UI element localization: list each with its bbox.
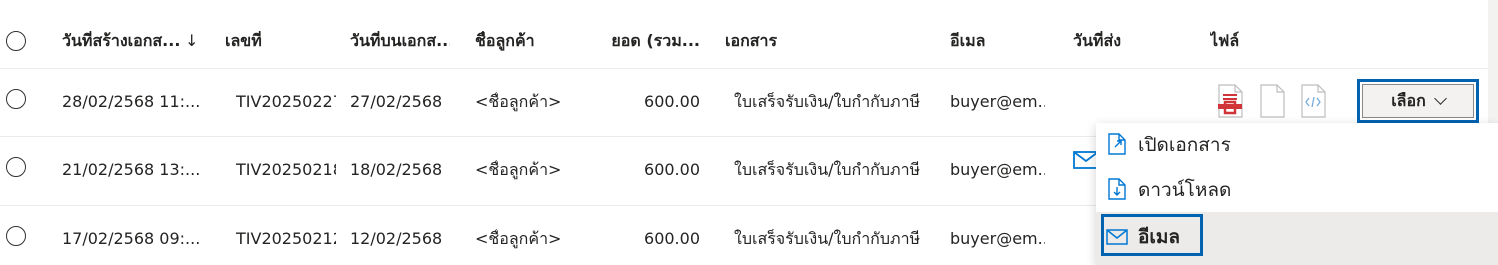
pdf-file-icon[interactable] (1217, 84, 1243, 118)
customer-cell: <ชื่อลูกค้า> (475, 92, 562, 111)
select-button-label: เลือก (1391, 90, 1426, 110)
row-select-radio[interactable] (6, 89, 26, 109)
blank-file-icon[interactable] (1259, 84, 1285, 118)
header-created-date[interactable]: วันที่สร้างเอกส... (62, 31, 202, 51)
row-select-radio[interactable] (6, 226, 26, 246)
download-icon (1108, 178, 1126, 200)
created-date-cell: 17/02/2568 09:... (62, 229, 201, 248)
open-document-icon (1108, 133, 1126, 155)
menu-item-label: ดาวน์โหลด (1138, 179, 1232, 201)
header-doc-date[interactable]: วันที่บนเอกส... (350, 31, 450, 51)
amount-cell: 600.00 (644, 92, 700, 111)
header-document[interactable]: เอกสาร (725, 31, 925, 51)
menu-item-open-document[interactable]: เปิดเอกสาร (1096, 123, 1498, 167)
created-date-cell: 28/02/2568 11:... (62, 92, 201, 111)
menu-item-download[interactable]: ดาวน์โหลด (1096, 168, 1498, 212)
xml-file-icon[interactable] (1300, 84, 1326, 118)
email-cell: buyer@em... (950, 92, 1045, 111)
header-send-date[interactable]: วันที่ส่ง (1073, 31, 1121, 51)
doc-date-cell: 12/02/2568 (350, 229, 443, 248)
table-header: วันที่สร้างเอกส... ↓ เลขที่ วันที่บนเอกส… (0, 0, 1498, 69)
amount-cell: 600.00 (644, 160, 700, 179)
email-cell: buyer@em... (950, 160, 1045, 179)
amount-cell: 600.00 (644, 229, 700, 248)
customer-cell: <ชื่อลูกค้า> (475, 229, 562, 248)
menu-item-label: เปิดเอกสาร (1138, 134, 1231, 156)
document-cell: ใบเสร็จรับเงิน/ใบกำกับภาษี (734, 160, 921, 179)
header-amount[interactable]: ยอด (รวม... (590, 31, 700, 51)
document-cell: ใบเสร็จรับเงิน/ใบกำกับภาษี (734, 229, 921, 248)
number-cell: TIV20250227 (236, 92, 336, 111)
customer-cell: <ชื่อลูกค้า> (475, 160, 562, 179)
select-button[interactable]: เลือก (1357, 79, 1479, 123)
header-number[interactable]: เลขที่ (225, 31, 325, 51)
action-menu: เปิดเอกสาร ดาวน์โหลด อีเมล (1096, 123, 1498, 265)
row-select-radio[interactable] (6, 157, 26, 177)
number-cell: TIV20250218 (236, 160, 336, 179)
menu-item-label: อีเมล (1138, 226, 1181, 248)
select-all-radio[interactable] (6, 31, 26, 51)
created-date-cell: 21/02/2568 13:... (62, 160, 201, 179)
menu-item-email[interactable]: อีเมล (1096, 212, 1498, 265)
select-button-inner[interactable]: เลือก (1362, 84, 1474, 118)
document-cell: ใบเสร็จรับเงิน/ใบกำกับภาษี (734, 92, 921, 111)
chevron-down-icon (1433, 91, 1447, 105)
header-customer[interactable]: ชื่อลูกค้า (475, 31, 585, 51)
header-email[interactable]: อีเมล (950, 31, 1045, 51)
doc-date-cell: 18/02/2568 (350, 160, 443, 179)
sort-descending-icon[interactable]: ↓ (185, 31, 198, 50)
mail-icon (1106, 229, 1128, 245)
header-file: ไฟล์ (1210, 31, 1240, 50)
doc-date-cell: 27/02/2568 (350, 92, 443, 111)
number-cell: TIV20250212 (236, 229, 336, 248)
email-cell: buyer@em... (950, 229, 1045, 248)
